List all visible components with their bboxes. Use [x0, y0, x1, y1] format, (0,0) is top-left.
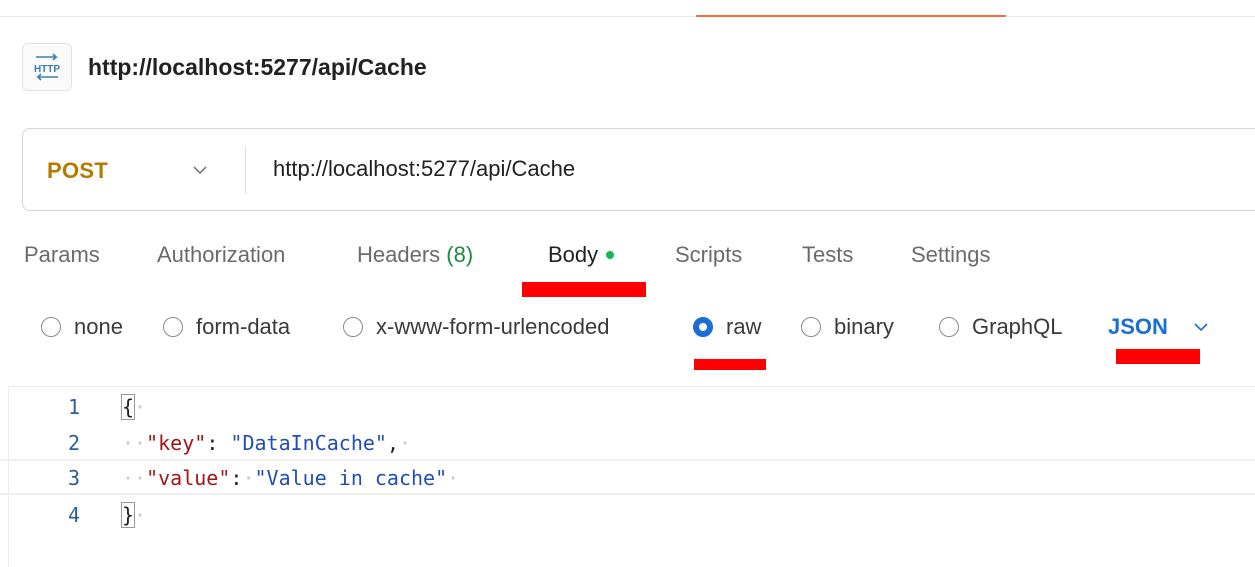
method-selector[interactable]: POST	[47, 158, 108, 184]
line-code[interactable]: {·	[120, 394, 146, 420]
editor-line-current: 3 ··"value":·"Value in cache"·	[0, 459, 1255, 495]
annotation-underline-json	[1116, 349, 1200, 364]
line-code[interactable]: ··"value":·"Value in cache"·	[122, 466, 459, 490]
radio-unchecked-icon	[163, 317, 183, 337]
url-input[interactable]	[273, 151, 1173, 187]
url-divider	[245, 146, 246, 194]
close-brace: }	[120, 502, 136, 528]
radio-checked-icon	[693, 317, 713, 337]
radio-label: none	[74, 314, 123, 339]
radio-unchecked-icon	[939, 317, 959, 337]
radio-label: raw	[726, 314, 762, 339]
tab-authorization[interactable]: Authorization	[157, 242, 285, 268]
open-brace: {	[120, 394, 136, 420]
tab-body-label: Body	[548, 242, 599, 267]
request-title[interactable]: http://localhost:5277/api/Cache	[88, 54, 427, 81]
tab-settings[interactable]: Settings	[911, 242, 991, 268]
chevron-down-icon[interactable]	[191, 163, 209, 177]
radio-unchecked-icon	[41, 317, 61, 337]
svg-text:HTTP: HTTP	[34, 64, 60, 75]
line-code[interactable]: }·	[120, 502, 146, 528]
headers-count: (8)	[446, 242, 474, 267]
line-number: 4	[67, 503, 80, 527]
radio-label: form-data	[196, 314, 291, 339]
json-key: "value"	[146, 466, 231, 490]
line-number: 2	[67, 431, 80, 455]
tab-params[interactable]: Params	[24, 242, 100, 268]
editor-line: 4 }·	[0, 497, 1255, 533]
radio-label: binary	[834, 314, 894, 339]
radio-binary[interactable]: binary	[801, 314, 894, 340]
radio-label: GraphQL	[972, 314, 1063, 339]
radio-none[interactable]: none	[41, 314, 123, 340]
active-tab-accent	[696, 15, 1006, 17]
line-number: 3	[67, 466, 80, 490]
editor-line: 1 {·	[0, 389, 1255, 425]
body-indicator-dot	[606, 250, 615, 259]
radio-unchecked-icon	[343, 317, 363, 337]
format-selector[interactable]: JSON	[1108, 314, 1210, 340]
radio-unchecked-icon	[801, 317, 821, 337]
http-file-icon: HTTP	[22, 43, 72, 91]
radio-x-www-form-urlencoded[interactable]: x-www-form-urlencoded	[343, 314, 610, 340]
radio-graphql[interactable]: GraphQL	[939, 314, 1063, 340]
annotation-underline-raw	[694, 359, 766, 370]
annotation-underline-body	[522, 282, 646, 297]
json-value: "Value in cache"	[254, 466, 448, 490]
format-label: JSON	[1108, 314, 1168, 339]
line-code[interactable]: ··"key": "DataInCache",·	[122, 431, 411, 455]
top-divider	[0, 16, 1255, 17]
request-header: HTTP http://localhost:5277/api/Cache	[22, 42, 427, 92]
tab-scripts[interactable]: Scripts	[675, 242, 742, 268]
chevron-down-icon	[1194, 323, 1208, 332]
radio-raw[interactable]: raw	[693, 314, 761, 340]
line-number: 1	[67, 395, 80, 419]
editor-line: 2 ··"key": "DataInCache",·	[0, 425, 1255, 461]
tab-headers-label: Headers	[357, 242, 441, 267]
tab-tests[interactable]: Tests	[802, 242, 853, 268]
radio-label: x-www-form-urlencoded	[376, 314, 610, 339]
tab-body[interactable]: Body	[548, 242, 615, 268]
json-value: "DataInCache"	[230, 431, 387, 455]
radio-form-data[interactable]: form-data	[163, 314, 290, 340]
url-bar: POST	[22, 128, 1255, 211]
tab-headers[interactable]: Headers (8)	[357, 242, 473, 268]
json-key: "key"	[146, 431, 207, 455]
